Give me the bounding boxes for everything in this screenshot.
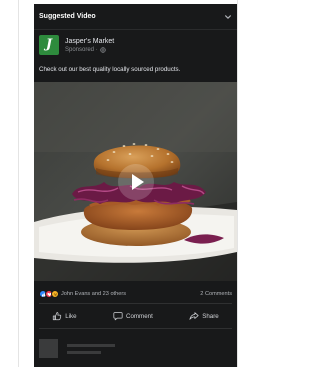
sponsored-separator: ·	[94, 46, 98, 53]
comment-button[interactable]: Comment	[113, 311, 153, 321]
like-button[interactable]: Like	[52, 311, 77, 321]
next-post-skeleton-line	[67, 344, 115, 347]
share-button[interactable]: Share	[189, 311, 219, 321]
reactions-row: John Evans and 23 others 2 Comments	[39, 288, 232, 300]
thumbs-up-icon	[53, 312, 62, 321]
comments-count[interactable]: 2 Comments	[200, 291, 232, 297]
reaction-summary[interactable]: John Evans and 23 others	[39, 290, 126, 298]
play-icon[interactable]	[119, 165, 153, 199]
sponsored-label: Sponsored	[65, 46, 95, 53]
actions-top-divider	[39, 303, 232, 304]
reactions-text[interactable]: John Evans and 23 others	[61, 291, 126, 297]
page-logo[interactable]: J	[39, 35, 59, 55]
card-header-title: Suggested Video	[39, 13, 96, 20]
sponsored-row: Sponsored ·	[65, 46, 114, 54]
next-post-placeholder	[34, 332, 237, 367]
video-media[interactable]	[34, 82, 237, 281]
share-icon	[189, 312, 199, 320]
phone-frame: Suggested Video J Jasper's Market Sponso…	[18, 0, 238, 367]
card-header: Suggested Video	[34, 4, 237, 30]
page-name-link[interactable]: Jasper's Market	[65, 37, 114, 46]
comment-icon	[113, 312, 123, 321]
comment-button-label: Comment	[125, 312, 153, 320]
next-post-thumbnail	[39, 339, 58, 358]
suggested-video-card: Suggested Video J Jasper's Market Sponso…	[34, 4, 237, 367]
post-actions: Like Comment Share	[34, 306, 237, 326]
chevron-down-icon[interactable]	[224, 13, 232, 21]
next-post-skeleton-line	[67, 351, 101, 354]
haha-icon	[51, 290, 59, 298]
post-author-meta: Jasper's Market Sponsored ·	[65, 37, 114, 54]
share-button-label: Share	[202, 312, 219, 320]
like-button-label: Like	[65, 312, 77, 320]
post-caption: Check out our best quality locally sourc…	[39, 66, 181, 73]
actions-bottom-divider	[39, 328, 232, 329]
globe-icon	[100, 46, 106, 53]
post-author-row: J Jasper's Market Sponsored ·	[39, 33, 232, 57]
